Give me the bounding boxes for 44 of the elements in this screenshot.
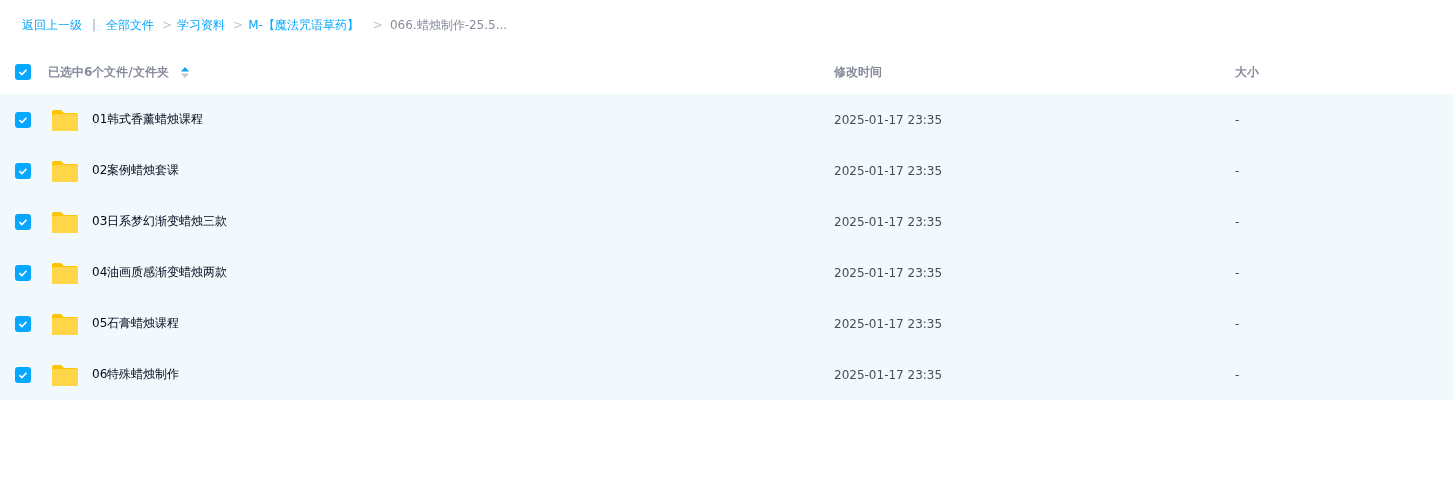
modified-time: 2025-01-17 23:35: [834, 316, 943, 331]
checkbox[interactable]: [15, 315, 31, 332]
modified-time: 2025-01-17 23:35: [834, 265, 943, 280]
checkbox[interactable]: [15, 162, 31, 179]
folder-icon: [52, 108, 78, 131]
breadcrumb-separator: >: [233, 18, 244, 32]
file-size: -: [1235, 367, 1240, 382]
selection-count: 已选中6个文件/文件夹: [48, 63, 169, 81]
file-size: -: [1235, 316, 1240, 331]
folder-icon: [52, 210, 78, 233]
breadcrumb-separator: >: [162, 18, 173, 32]
checkbox[interactable]: [15, 366, 31, 383]
file-name: 04油画质感渐变蜡烛两款: [92, 265, 228, 279]
breadcrumb-divider: |: [92, 18, 97, 32]
folder-icon: [52, 312, 78, 335]
sort-icon[interactable]: [180, 66, 189, 78]
file-name: 05石膏蜡烛课程: [92, 316, 180, 330]
file-row[interactable]: 05石膏蜡烛课程 2025-01-17 23:35 -: [0, 298, 1454, 349]
file-size: -: [1235, 112, 1240, 127]
file-size: -: [1235, 163, 1240, 178]
file-name: 02案例蜡烛套课: [92, 163, 180, 177]
modified-time: 2025-01-17 23:35: [834, 112, 943, 127]
modified-time: 2025-01-17 23:35: [834, 367, 943, 382]
folder-icon: [52, 363, 78, 386]
breadcrumb-separator: >: [372, 18, 383, 32]
folder-icon: [52, 159, 78, 182]
file-name: 03日系梦幻渐变蜡烛三款: [92, 214, 228, 228]
file-row[interactable]: 06特殊蜡烛制作 2025-01-17 23:35 -: [0, 349, 1454, 400]
file-row[interactable]: 03日系梦幻渐变蜡烛三款 2025-01-17 23:35 -: [0, 196, 1454, 247]
folder-icon: [52, 261, 78, 284]
checkbox[interactable]: [15, 213, 31, 230]
file-name: 06特殊蜡烛制作: [92, 367, 180, 381]
file-row[interactable]: 01韩式香薰蜡烛课程 2025-01-17 23:35 -: [0, 94, 1454, 145]
checkbox[interactable]: [15, 264, 31, 281]
file-row[interactable]: 04油画质感渐变蜡烛两款 2025-01-17 23:35 -: [0, 247, 1454, 298]
breadcrumb-current: 066.蜡烛制作-25.5...: [389, 16, 508, 34]
modified-time: 2025-01-17 23:35: [834, 163, 943, 178]
modified-time: 2025-01-17 23:35: [834, 214, 943, 229]
file-size: -: [1235, 265, 1240, 280]
file-name: 01韩式香薰蜡烛课程: [92, 112, 204, 126]
file-row[interactable]: 02案例蜡烛套课 2025-01-17 23:35 -: [0, 145, 1454, 196]
checkbox[interactable]: [15, 64, 31, 80]
file-size: -: [1235, 214, 1240, 229]
checkbox[interactable]: [15, 111, 31, 128]
